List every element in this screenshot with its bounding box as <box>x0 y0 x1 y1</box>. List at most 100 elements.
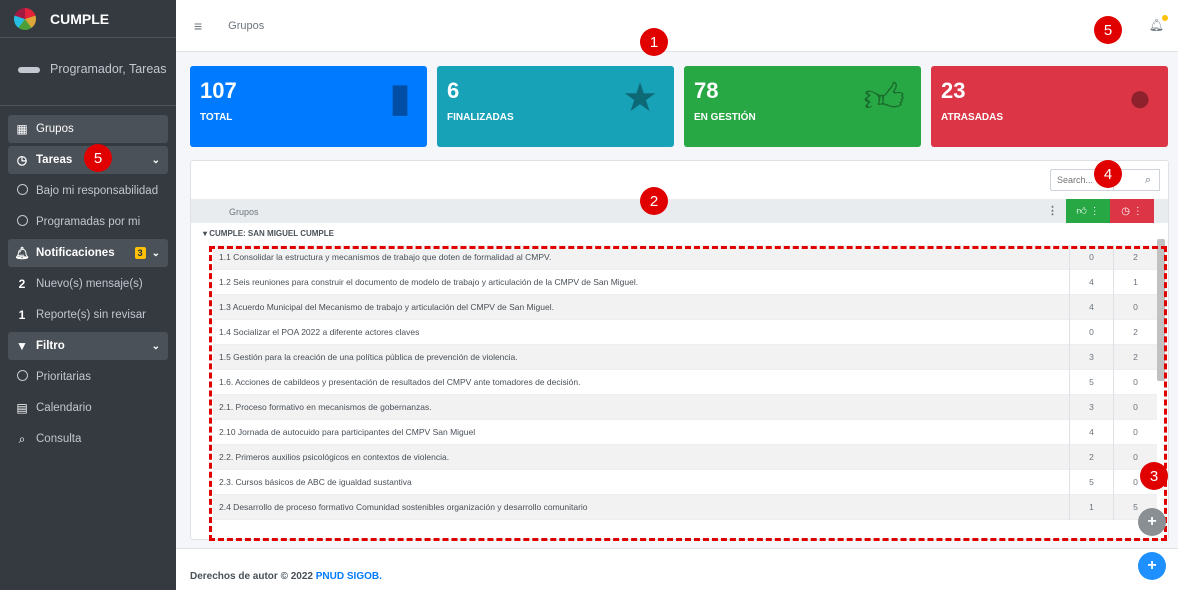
sidebar-item-label: Consulta <box>36 433 82 445</box>
sidebar-item-label: Calendario <box>36 402 92 414</box>
footer-text: Derechos de autor © 2022 <box>190 571 316 582</box>
table-row[interactable]: 1.5 Gestión para la creación de una polí… <box>213 344 1157 370</box>
table-row[interactable]: 1.3 Acuerdo Municipal del Mecanismo de t… <box>213 294 1157 320</box>
stat-box-total[interactable]: 107 TOTAL ▮ <box>190 66 427 147</box>
completed-count: 1 <box>1069 494 1113 520</box>
annotation-marker: 3 <box>1140 462 1168 490</box>
sidebar-item-grupos[interactable]: ▦ Grupos <box>8 115 168 143</box>
row-text: 2.1. Proceso formativo en mecanismos de … <box>219 402 432 412</box>
count-label: 1 <box>18 308 26 322</box>
circle-icon <box>14 370 30 384</box>
column-header-overdue[interactable]: ◷ ⋮ <box>1110 199 1154 223</box>
table-row[interactable]: 2.4 Desarrollo de proceso formativo Comu… <box>213 494 1157 520</box>
column-menu-icon[interactable]: ⋮ <box>1047 204 1058 217</box>
row-text: 2.2. Primeros auxilios psicológicos en c… <box>219 452 450 462</box>
completed-count: 3 <box>1069 394 1113 420</box>
user-panel[interactable]: Programador, Tareas <box>0 38 176 106</box>
menu-icon[interactable]: ≡ <box>194 18 202 34</box>
sidebar-item-filtro[interactable]: ▼ Filtro ⌄ <box>8 332 168 360</box>
thumbs-up-icon: 👍︎ <box>863 76 905 120</box>
completed-count: 0 <box>1069 319 1113 345</box>
topbar: ≡ Grupos 🔔︎ <box>176 0 1178 52</box>
add-button[interactable]: + <box>1138 552 1166 580</box>
completed-count: 4 <box>1069 294 1113 320</box>
sidebar-item-nuevos-mensajes[interactable]: 2 Nuevo(s) mensaje(s) <box>8 270 168 298</box>
overdue-count: 0 <box>1113 369 1157 395</box>
sidebar-item-calendario[interactable]: ▤ Calendario <box>8 394 168 422</box>
table-header: Grupos ⋮ 👍︎ ⋮ ◷ ⋮ <box>191 199 1168 223</box>
table-row[interactable]: 2.10 Jornada de autocuido para participa… <box>213 419 1157 445</box>
table-row[interactable]: 1.4 Socializar el POA 2022 a diferente a… <box>213 319 1157 345</box>
brand[interactable]: CUMPLE <box>0 0 176 38</box>
stat-value: 107 <box>200 78 237 103</box>
thumbs-up-icon: 👍︎ ⋮ <box>1076 206 1100 217</box>
column-header-completed[interactable]: 👍︎ ⋮ <box>1066 199 1110 223</box>
table-body: 1.1 Consolidar la estructura y mecanismo… <box>213 244 1157 520</box>
sidebar-item-label: Reporte(s) sin revisar <box>36 309 146 321</box>
stat-box-en-gestion[interactable]: 78 EN GESTIÓN 👍︎ <box>684 66 921 147</box>
overdue-count: 0 <box>1113 294 1157 320</box>
user-name: Programador, Tareas <box>50 62 167 76</box>
column-header[interactable]: Grupos <box>229 207 259 217</box>
stat-label: ATRASADAS <box>941 112 1004 123</box>
row-text: 1.6. Acciones de cabildeos y presentació… <box>219 377 581 387</box>
row-text: 1.4 Socializar el POA 2022 a diferente a… <box>219 327 420 337</box>
group-title: CUMPLE: SAN MIGUEL CUMPLE <box>209 229 334 238</box>
search-icon: ⌕ <box>18 431 26 446</box>
groups-card: ⌕ Grupos ⋮ 👍︎ ⋮ ◷ ⋮ ▾ CUMPLE: SAN MIGUEL… <box>190 160 1169 540</box>
sidebar-item-reportes[interactable]: 1 Reporte(s) sin revisar <box>8 301 168 329</box>
plus-icon: + <box>1147 557 1157 574</box>
sidebar-item-programadas[interactable]: Programadas por mi <box>8 208 168 236</box>
row-text: 1.2 Seis reuniones para construir el doc… <box>219 277 639 287</box>
annotation-marker: 5 <box>1094 16 1122 44</box>
sidebar-item-bajo-mi-responsabilidad[interactable]: Bajo mi responsabilidad <box>8 177 168 205</box>
table-row[interactable]: 1.6. Acciones de cabildeos y presentació… <box>213 369 1157 395</box>
clock-icon: ● <box>1127 76 1152 120</box>
completed-count: 4 <box>1069 419 1113 445</box>
group-header[interactable]: ▾ CUMPLE: SAN MIGUEL CUMPLE <box>191 229 1151 243</box>
plus-icon: + <box>1147 513 1157 530</box>
scrollbar[interactable] <box>1157 239 1165 381</box>
stat-box-atrasadas[interactable]: 23 ATRASADAS ● <box>931 66 1168 147</box>
count-label: 2 <box>18 277 26 291</box>
add-task-button[interactable]: + <box>1138 508 1166 536</box>
stat-label: TOTAL <box>200 112 233 123</box>
notification-badge: 3 <box>134 247 146 259</box>
row-text: 2.10 Jornada de autocuido para participa… <box>219 427 476 437</box>
sidebar-item-label: Notificaciones <box>36 247 115 259</box>
bell-icon[interactable]: 🔔︎ <box>1149 15 1168 32</box>
row-text: 1.5 Gestión para la creación de una polí… <box>219 352 518 362</box>
overdue-count: 2 <box>1113 319 1157 345</box>
sidebar: CUMPLE Programador, Tareas ▦ Grupos ◷ Ta… <box>0 0 176 590</box>
bookmark-icon: ▮ <box>388 76 411 120</box>
sidebar-item-label: Grupos <box>36 123 74 135</box>
overdue-count: 1 <box>1113 269 1157 295</box>
completed-count: 3 <box>1069 344 1113 370</box>
completed-count: 2 <box>1069 444 1113 470</box>
stat-box-finalizadas[interactable]: 6 FINALIZADAS ★ <box>437 66 674 147</box>
grid-icon: ▦ <box>16 122 28 136</box>
table-row[interactable]: 2.2. Primeros auxilios psicológicos en c… <box>213 444 1157 470</box>
footer-link[interactable]: PNUD SIGOB. <box>316 571 382 582</box>
table-row[interactable]: 2.1. Proceso formativo en mecanismos de … <box>213 394 1157 420</box>
sidebar-item-consulta[interactable]: ⌕ Consulta <box>8 425 168 453</box>
table-row[interactable]: 2.3. Cursos básicos de ABC de igualdad s… <box>213 469 1157 495</box>
annotation-marker: 1 <box>640 28 668 56</box>
completed-count: 5 <box>1069 369 1113 395</box>
bell-icon: 🔔︎ <box>14 246 30 260</box>
overdue-count: 0 <box>1113 419 1157 445</box>
breadcrumb: Grupos <box>228 19 265 32</box>
star-icon: ★ <box>622 76 658 120</box>
clock-icon: ◷ ⋮ <box>1121 205 1143 217</box>
sidebar-item-prioritarias[interactable]: Prioritarias <box>8 363 168 391</box>
completed-count: 4 <box>1069 269 1113 295</box>
circle-icon <box>14 184 30 198</box>
sidebar-item-label: Prioritarias <box>36 371 91 383</box>
chevron-down-icon: ⌄ <box>151 340 160 352</box>
sidebar-item-label: Bajo mi responsabilidad <box>36 185 159 197</box>
sidebar-item-notificaciones[interactable]: 🔔︎ Notificaciones 3 ⌄ <box>8 239 168 267</box>
table-row[interactable]: 1.1 Consolidar la estructura y mecanismo… <box>213 244 1157 270</box>
clock-icon: ◷ <box>16 153 28 167</box>
row-text: 1.3 Acuerdo Municipal del Mecanismo de t… <box>219 302 554 312</box>
table-row[interactable]: 1.2 Seis reuniones para construir el doc… <box>213 269 1157 295</box>
